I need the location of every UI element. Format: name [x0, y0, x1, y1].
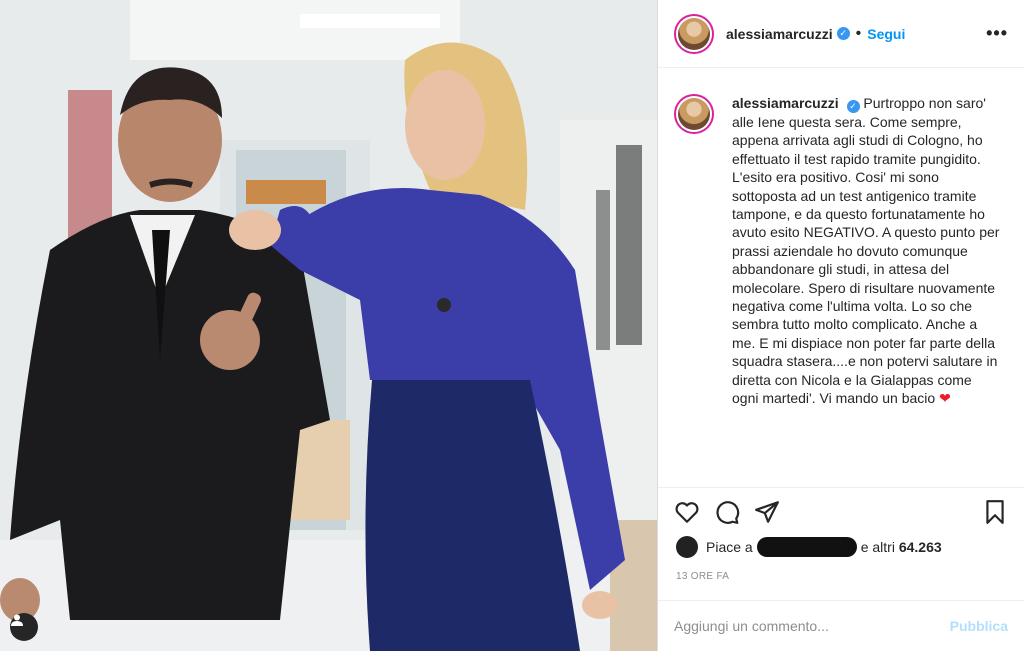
- action-bar: [658, 487, 1024, 535]
- post-timestamp[interactable]: 13 ORE FA: [676, 571, 729, 582]
- post-photo[interactable]: [0, 0, 657, 651]
- photo-illustration: [0, 0, 657, 651]
- likes-count[interactable]: 64.263: [899, 539, 942, 555]
- instagram-post-viewer: alessiamarcuzzi ✓ • Segui ••• alessiamar…: [0, 0, 1024, 651]
- caption-verified-badge-icon: ✓: [846, 100, 860, 113]
- post-sidebar: alessiamarcuzzi ✓ • Segui ••• alessiamar…: [657, 0, 1024, 651]
- likes-summary: Piace a e altri 64.263: [676, 536, 942, 558]
- follow-button[interactable]: Segui: [867, 26, 905, 42]
- user-silhouette-icon: [11, 614, 23, 626]
- bookmark-icon[interactable]: [982, 499, 1008, 525]
- comment-input[interactable]: Aggiungi un commento...: [674, 618, 950, 634]
- heart-emoji: ❤: [939, 390, 951, 407]
- heart-outline-icon[interactable]: [674, 499, 700, 525]
- publish-button[interactable]: Pubblica: [950, 618, 1008, 634]
- comment-bubble-icon[interactable]: [714, 499, 740, 525]
- post-caption: alessiamarcuzzi ✓ Purtroppo non saro' al…: [674, 94, 1008, 408]
- likes-prefix: Piace a: [706, 539, 753, 555]
- comment-box: Aggiungi un commento... Pubblica: [658, 600, 1024, 651]
- caption-avatar[interactable]: [674, 94, 714, 134]
- separator-dot: •: [855, 24, 862, 42]
- more-options-icon[interactable]: •••: [986, 23, 1008, 44]
- paper-plane-icon[interactable]: [754, 499, 780, 525]
- verified-badge-icon: ✓: [836, 27, 850, 40]
- redacted-username: [756, 537, 857, 557]
- caption-body: Purtroppo non saro' alle Iene questa ser…: [732, 95, 1000, 407]
- profile-avatar[interactable]: [674, 13, 714, 54]
- caption-username[interactable]: alessiamarcuzzi: [732, 95, 839, 111]
- caption-text-block: alessiamarcuzzi ✓ Purtroppo non saro' al…: [732, 94, 1002, 408]
- header-username[interactable]: alessiamarcuzzi: [726, 26, 833, 42]
- likes-suffix: e altri: [860, 539, 895, 555]
- liker-avatar[interactable]: [676, 536, 698, 558]
- user-tag-icon[interactable]: [10, 613, 38, 641]
- post-header: alessiamarcuzzi ✓ • Segui •••: [658, 0, 1024, 68]
